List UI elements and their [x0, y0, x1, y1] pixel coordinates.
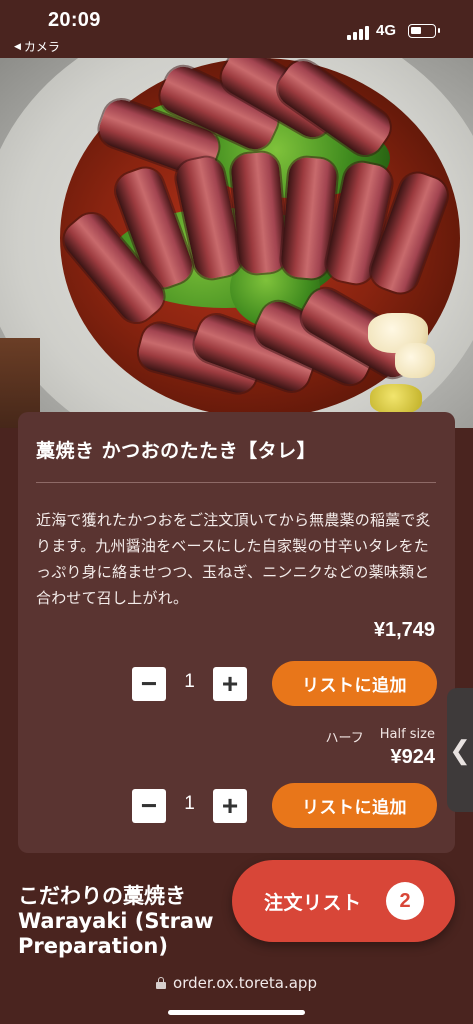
order-list-label: 注文リスト [264, 892, 362, 914]
full-size-order-row: − 1 + リストに追加 [18, 658, 455, 706]
full-size-plus-button[interactable]: + [213, 667, 247, 701]
divider [36, 482, 436, 483]
lock-icon [156, 977, 167, 989]
half-size-order-row: − 1 + リストに追加 [18, 780, 455, 828]
status-bar: 20:09 ◀ カメラ 4G [0, 0, 473, 58]
full-size-price: ¥1,749 [373, 619, 435, 641]
full-size-quantity: 1 [184, 671, 195, 692]
chevron-left-icon: ❮ [449, 734, 471, 765]
half-size-minus-button[interactable]: − [132, 789, 166, 823]
half-size-label: ハーフ Half size [325, 727, 435, 746]
half-size-add-to-list-button[interactable]: リストに追加 [272, 783, 437, 828]
half-size-quantity: 1 [184, 793, 195, 814]
product-description: 近海で獲れたかつおをご注文頂いてから無農薬の稲藁で炙ります。九州醤油をベースにし… [36, 511, 431, 607]
network-type: 4G [376, 22, 397, 39]
order-list-button[interactable]: 注文リスト 2 [232, 860, 455, 942]
half-size-plus-button[interactable]: + [213, 789, 247, 823]
clock: 20:09 [48, 9, 101, 31]
half-size-price: ¥924 [390, 746, 436, 768]
cellular-signal-icon [347, 26, 369, 40]
half-size-label-en: Half size [379, 727, 435, 742]
back-app-label: カメラ [23, 40, 60, 54]
back-triangle-icon: ◀ [14, 41, 21, 52]
order-count-badge: 2 [386, 882, 424, 920]
battery-level [411, 27, 421, 34]
half-size-label-ja: ハーフ [325, 731, 364, 746]
side-panel-toggle[interactable]: ❮ [447, 688, 473, 812]
product-title: 藁焼き かつおのたたき【タレ】 [36, 440, 317, 462]
product-detail-card: 藁焼き かつおのたたき【タレ】 近海で獲れたかつおをご注文頂いてから無農薬の稲藁… [18, 412, 455, 853]
full-size-add-to-list-button[interactable]: リストに追加 [272, 661, 437, 706]
browser-address-bar[interactable]: order.ox.toreta.app [0, 958, 473, 1024]
home-indicator[interactable] [168, 1010, 305, 1015]
url-text: order.ox.toreta.app [173, 974, 317, 992]
battery-icon [408, 24, 440, 38]
full-size-minus-button[interactable]: − [132, 667, 166, 701]
dish-photo [0, 58, 473, 428]
url-display[interactable]: order.ox.toreta.app [0, 974, 473, 992]
back-to-app-link[interactable]: ◀ カメラ [14, 38, 60, 55]
